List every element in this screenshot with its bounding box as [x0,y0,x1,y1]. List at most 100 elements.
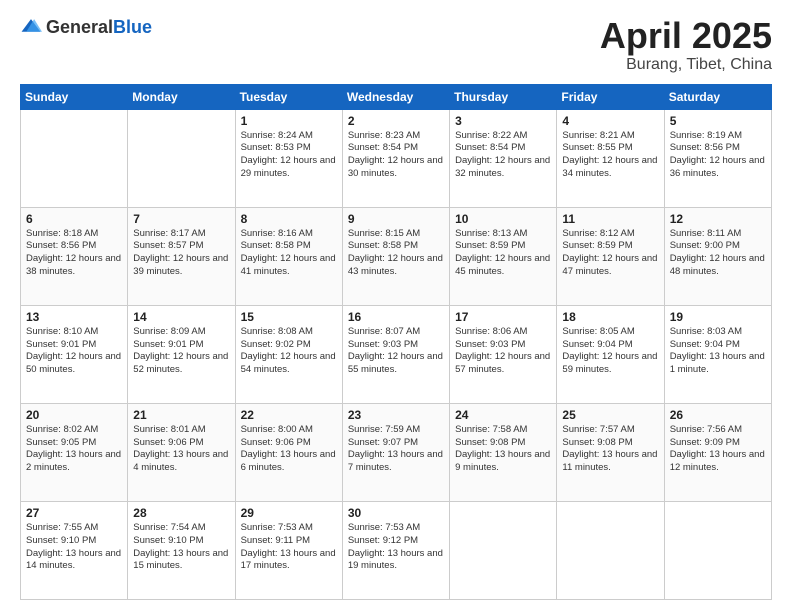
day-info: Sunrise: 8:11 AMSunset: 9:00 PMDaylight:… [670,228,766,279]
calendar-table: Sunday Monday Tuesday Wednesday Thursday… [20,84,772,600]
calendar-cell: 16 Sunrise: 8:07 AMSunset: 9:03 PMDayligh… [342,305,449,403]
calendar-cell: 12Sunrise: 8:11 AMSunset: 9:00 PMDayligh… [664,207,771,305]
calendar-cell: 17 Sunrise: 8:06 AMSunset: 9:03 PMDayligh… [450,305,557,403]
day-number: 26 [670,408,766,422]
page: GeneralBlue April 2025 Burang, Tibet, Ch… [0,0,792,612]
day-number: 6 [26,212,122,226]
calendar-week-5: 27 Sunrise: 7:55 AMSunset: 9:10 PMDayligh… [21,501,772,599]
logo-icon [20,16,42,38]
day-number: 19 [670,310,766,324]
day-info: Sunrise: 8:22 AMSunset: 8:54 PMDaylight:… [455,130,551,181]
day-number: 24 [455,408,551,422]
calendar-cell [21,109,128,207]
day-number: 23 [348,408,444,422]
calendar-cell [128,109,235,207]
day-info: Sunrise: 7:54 AMSunset: 9:10 PMDaylight:… [133,522,229,573]
day-number: 13 [26,310,122,324]
day-number: 14 [133,310,229,324]
calendar-cell: 14 Sunrise: 8:09 AMSunset: 9:01 PMDayligh… [128,305,235,403]
calendar-cell: 22 Sunrise: 8:00 AMSunset: 9:06 PMDayligh… [235,403,342,501]
calendar-cell [557,501,664,599]
day-number: 22 [241,408,337,422]
calendar-cell: 8Sunrise: 8:16 AMSunset: 8:58 PMDaylight… [235,207,342,305]
calendar-cell: 27 Sunrise: 7:55 AMSunset: 9:10 PMDayligh… [21,501,128,599]
col-monday: Monday [128,84,235,109]
calendar-cell: 2 Sunrise: 8:23 AMSunset: 8:54 PMDaylight… [342,109,449,207]
day-info: Sunrise: 8:05 AMSunset: 9:04 PMDaylight:… [562,326,658,377]
calendar-cell: 1 Sunrise: 8:24 AMSunset: 8:53 PMDaylight… [235,109,342,207]
day-info: Sunrise: 8:24 AMSunset: 8:53 PMDaylight:… [241,130,337,181]
day-info: Sunrise: 8:18 AMSunset: 8:56 PMDaylight:… [26,228,122,279]
calendar-cell: 3Sunrise: 8:22 AMSunset: 8:54 PMDaylight… [450,109,557,207]
day-info: Sunrise: 7:55 AMSunset: 9:10 PMDaylight:… [26,522,122,573]
day-number: 2 [348,114,444,128]
title-month: April 2025 [600,16,772,56]
logo: GeneralBlue [20,16,152,38]
day-info: Sunrise: 8:00 AMSunset: 9:06 PMDaylight:… [241,424,337,475]
calendar-cell: 21Sunrise: 8:01 AMSunset: 9:06 PMDayligh… [128,403,235,501]
calendar-cell: 7 Sunrise: 8:17 AMSunset: 8:57 PMDaylight… [128,207,235,305]
calendar-cell: 18 Sunrise: 8:05 AMSunset: 9:04 PMDayligh… [557,305,664,403]
calendar-cell: 6 Sunrise: 8:18 AMSunset: 8:56 PMDaylight… [21,207,128,305]
day-info: Sunrise: 8:06 AMSunset: 9:03 PMDaylight:… [455,326,551,377]
calendar-cell [664,501,771,599]
day-number: 8 [241,212,337,226]
day-number: 11 [562,212,658,226]
day-info: Sunrise: 8:07 AMSunset: 9:03 PMDaylight:… [348,326,444,377]
day-number: 1 [241,114,337,128]
day-info: Sunrise: 7:59 AMSunset: 9:07 PMDaylight:… [348,424,444,475]
day-info: Sunrise: 8:12 AMSunset: 8:59 PMDaylight:… [562,228,658,279]
calendar-header-row: Sunday Monday Tuesday Wednesday Thursday… [21,84,772,109]
day-number: 18 [562,310,658,324]
day-number: 30 [348,506,444,520]
day-number: 21 [133,408,229,422]
day-info: Sunrise: 8:15 AMSunset: 8:58 PMDaylight:… [348,228,444,279]
col-friday: Friday [557,84,664,109]
day-info: Sunrise: 8:13 AMSunset: 8:59 PMDaylight:… [455,228,551,279]
day-info: Sunrise: 8:21 AMSunset: 8:55 PMDaylight:… [562,130,658,181]
day-info: Sunrise: 7:53 AMSunset: 9:12 PMDaylight:… [348,522,444,573]
day-number: 25 [562,408,658,422]
calendar-week-3: 13 Sunrise: 8:10 AMSunset: 9:01 PMDayligh… [21,305,772,403]
calendar-cell: 20 Sunrise: 8:02 AMSunset: 9:05 PMDayligh… [21,403,128,501]
calendar-cell: 4Sunrise: 8:21 AMSunset: 8:55 PMDaylight… [557,109,664,207]
title-location: Burang, Tibet, China [600,56,772,74]
calendar-cell: 5Sunrise: 8:19 AMSunset: 8:56 PMDaylight… [664,109,771,207]
title-block: April 2025 Burang, Tibet, China [600,16,772,74]
day-info: Sunrise: 7:56 AMSunset: 9:09 PMDaylight:… [670,424,766,475]
calendar-cell: 28Sunrise: 7:54 AMSunset: 9:10 PMDayligh… [128,501,235,599]
col-tuesday: Tuesday [235,84,342,109]
header: GeneralBlue April 2025 Burang, Tibet, Ch… [20,16,772,74]
col-thursday: Thursday [450,84,557,109]
calendar-cell: 10Sunrise: 8:13 AMSunset: 8:59 PMDayligh… [450,207,557,305]
day-number: 20 [26,408,122,422]
day-info: Sunrise: 7:58 AMSunset: 9:08 PMDaylight:… [455,424,551,475]
calendar-week-2: 6 Sunrise: 8:18 AMSunset: 8:56 PMDaylight… [21,207,772,305]
day-number: 16 [348,310,444,324]
day-number: 15 [241,310,337,324]
calendar-week-4: 20 Sunrise: 8:02 AMSunset: 9:05 PMDayligh… [21,403,772,501]
day-info: Sunrise: 8:08 AMSunset: 9:02 PMDaylight:… [241,326,337,377]
day-number: 7 [133,212,229,226]
day-info: Sunrise: 8:10 AMSunset: 9:01 PMDaylight:… [26,326,122,377]
day-info: Sunrise: 8:19 AMSunset: 8:56 PMDaylight:… [670,130,766,181]
day-info: Sunrise: 7:57 AMSunset: 9:08 PMDaylight:… [562,424,658,475]
day-info: Sunrise: 8:02 AMSunset: 9:05 PMDaylight:… [26,424,122,475]
calendar-cell: 19Sunrise: 8:03 AMSunset: 9:04 PMDayligh… [664,305,771,403]
calendar-cell [450,501,557,599]
col-wednesday: Wednesday [342,84,449,109]
col-sunday: Sunday [21,84,128,109]
calendar-cell: 30 Sunrise: 7:53 AMSunset: 9:12 PMDayligh… [342,501,449,599]
day-number: 27 [26,506,122,520]
day-number: 17 [455,310,551,324]
calendar-cell: 29Sunrise: 7:53 AMSunset: 9:11 PMDayligh… [235,501,342,599]
day-number: 9 [348,212,444,226]
day-info: Sunrise: 8:09 AMSunset: 9:01 PMDaylight:… [133,326,229,377]
logo-text-blue: Blue [113,17,152,37]
calendar-cell: 11 Sunrise: 8:12 AMSunset: 8:59 PMDayligh… [557,207,664,305]
col-saturday: Saturday [664,84,771,109]
calendar-cell: 9 Sunrise: 8:15 AMSunset: 8:58 PMDaylight… [342,207,449,305]
day-info: Sunrise: 8:17 AMSunset: 8:57 PMDaylight:… [133,228,229,279]
day-number: 29 [241,506,337,520]
day-info: Sunrise: 8:23 AMSunset: 8:54 PMDaylight:… [348,130,444,181]
